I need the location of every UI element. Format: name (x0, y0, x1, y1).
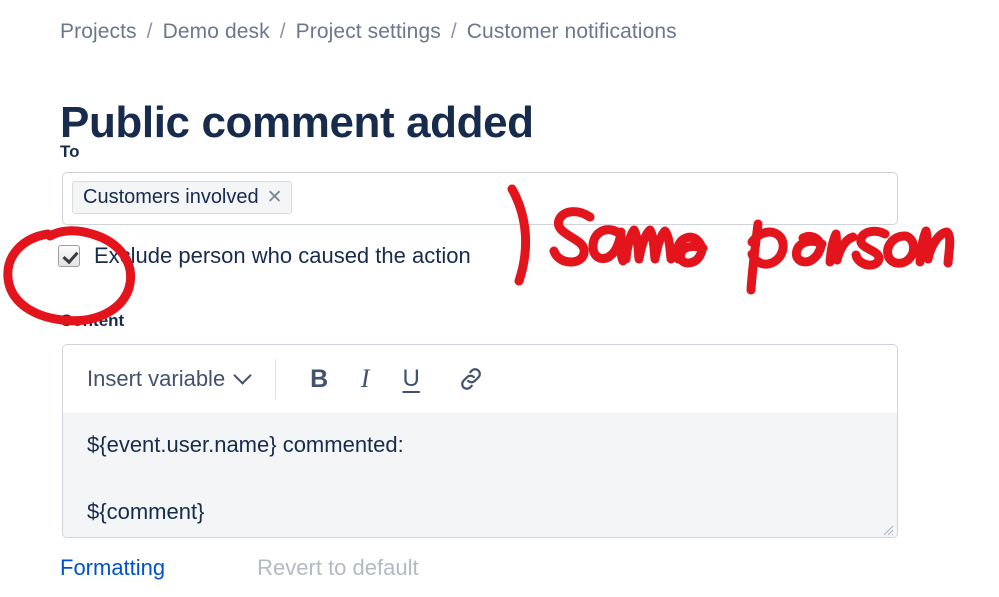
chevron-down-icon (233, 365, 252, 385)
formatting-link[interactable]: Formatting (60, 555, 165, 581)
breadcrumb-item-projects[interactable]: Projects (60, 20, 137, 44)
annotation-letter-n (915, 226, 955, 268)
annotation-letter-p (746, 219, 788, 295)
editor-toolbar: Insert variable B I U (63, 345, 897, 413)
content-line-2: ${comment} (87, 499, 205, 524)
annotation-letter-a (588, 225, 628, 266)
link-icon (461, 368, 482, 390)
close-icon[interactable]: ✕ (267, 188, 283, 207)
breadcrumb-separator: / (146, 20, 153, 43)
chip-label: Customers involved (83, 186, 259, 208)
annotation-letter-r (825, 229, 858, 267)
content-editor: Insert variable B I U ${event.user.name}… (62, 344, 898, 538)
to-select-field[interactable]: Customers involved ✕ (62, 172, 898, 225)
to-field-label: To (60, 142, 80, 161)
annotation-letter-s2 (851, 226, 890, 270)
annotation-letter-m (621, 225, 676, 264)
insert-variable-label: Insert variable (87, 366, 226, 391)
italic-button[interactable]: I (342, 364, 388, 394)
breadcrumb-item-customer-notifications[interactable]: Customer notifications (467, 20, 677, 44)
breadcrumb-separator: / (279, 20, 286, 43)
breadcrumb-separator: / (450, 20, 457, 43)
chip-customers-involved[interactable]: Customers involved ✕ (72, 181, 292, 214)
checkbox-icon[interactable] (58, 245, 80, 267)
toolbar-divider (275, 359, 277, 399)
annotation-letter-e2 (791, 231, 827, 267)
insert-variable-dropdown[interactable]: Insert variable (87, 365, 252, 392)
exclude-person-checkbox-row[interactable]: Exclude person who caused the action (58, 243, 471, 269)
content-textarea[interactable]: ${event.user.name} commented: ${comment} (63, 413, 897, 537)
bold-button[interactable]: B (296, 365, 342, 394)
breadcrumb: Projects / Demo desk / Project settings … (60, 20, 677, 44)
exclude-person-label: Exclude person who caused the action (94, 243, 471, 268)
annotation-letter-e (672, 232, 708, 268)
breadcrumb-item-project-settings[interactable]: Project settings (296, 20, 441, 44)
revert-to-default-link: Revert to default (257, 555, 419, 580)
content-field-label: Content (60, 311, 125, 330)
link-button[interactable] (448, 365, 494, 393)
content-line-1: ${event.user.name} commented: (87, 432, 404, 457)
breadcrumb-item-demo-desk[interactable]: Demo desk (163, 20, 270, 44)
page-title: Public comment added (60, 98, 534, 148)
underline-button[interactable]: U (388, 365, 434, 393)
resize-grip-icon[interactable] (879, 521, 894, 536)
editor-footer-links: Formatting Revert to default (60, 555, 419, 581)
annotation-letter-o (883, 231, 918, 268)
